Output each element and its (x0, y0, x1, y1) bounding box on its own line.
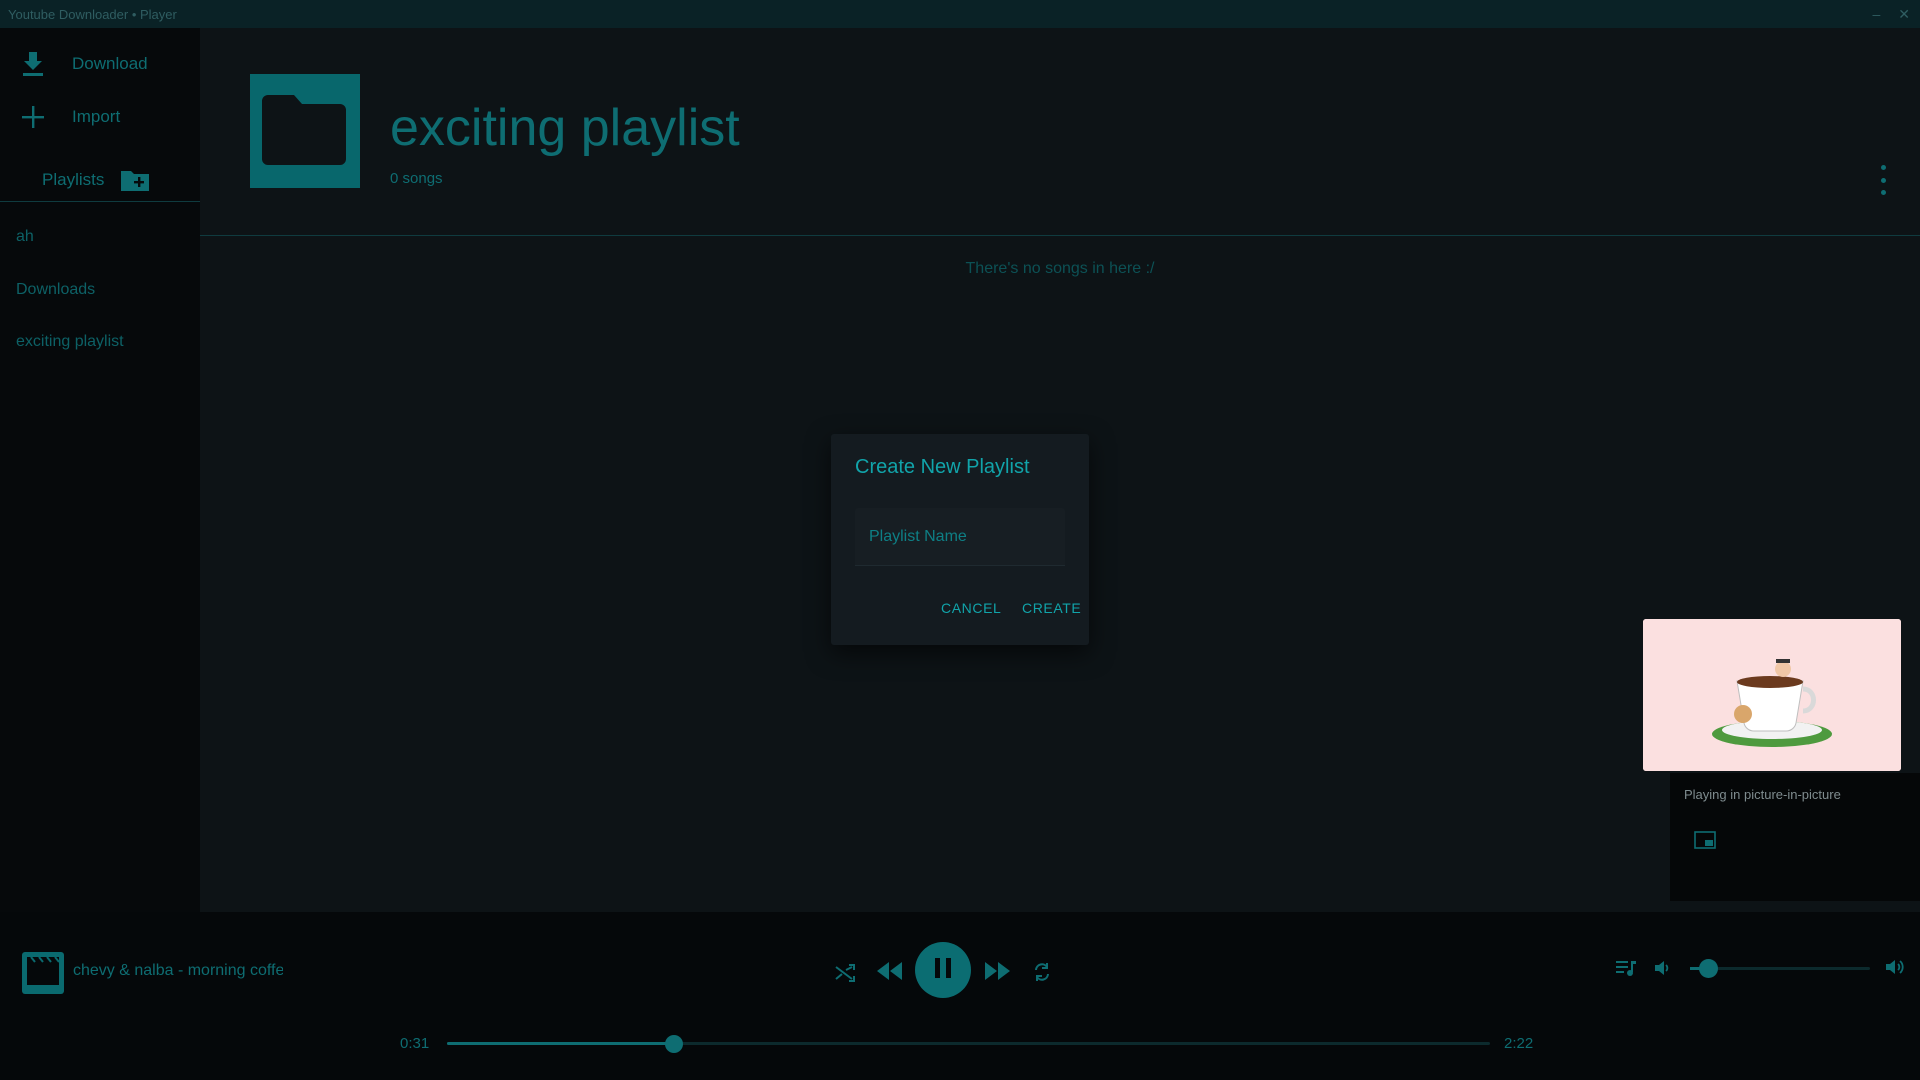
player-bar: chevy & nalba - morning coffee 0:31 2:22 (0, 912, 1920, 1080)
picture-in-picture-icon[interactable] (1694, 831, 1716, 849)
folder-plus-icon[interactable] (120, 168, 150, 192)
seek-bar[interactable] (447, 1035, 1490, 1053)
pip-panel: Playing in picture-in-picture (1670, 773, 1920, 901)
track-art (22, 952, 64, 994)
movie-icon (26, 955, 60, 991)
sidebar-download-label: Download (72, 54, 148, 73)
minimize-button[interactable]: – (1872, 6, 1880, 23)
seek-bar-handle[interactable] (665, 1035, 684, 1053)
sidebar-import-button[interactable]: Import (0, 91, 200, 143)
seek-bar-progress (447, 1042, 675, 1045)
coffee-cup-illustration (1643, 619, 1901, 771)
sidebar-import-label: Import (72, 107, 121, 126)
download-icon (16, 47, 50, 81)
playlist-cover (250, 74, 360, 188)
volume-handle[interactable] (1699, 959, 1718, 978)
title-bar: Youtube Downloader • Player – ✕ (0, 0, 1920, 28)
shuffle-icon[interactable] (832, 961, 858, 985)
plus-icon (16, 100, 50, 134)
folder-icon (258, 89, 352, 174)
window-controls: – ✕ (1872, 6, 1920, 23)
play-pause-button[interactable] (915, 942, 971, 998)
page-title: exciting playlist (390, 99, 740, 157)
app-window: Youtube Downloader • Player – ✕ Download… (0, 0, 1920, 1080)
empty-playlist-message: There's no songs in here :/ (965, 260, 1155, 277)
repeat-icon[interactable] (1030, 960, 1054, 984)
pause-icon (933, 957, 953, 984)
now-playing-title: chevy & nalba - morning coffee (73, 962, 283, 979)
song-count: 0 songs (390, 170, 443, 187)
sidebar-playlist-item[interactable]: ah (16, 228, 34, 246)
sidebar-download-button[interactable]: Download (0, 38, 200, 90)
cancel-button[interactable]: CANCEL (937, 594, 1005, 622)
elapsed-time: 0:31 (400, 1035, 430, 1052)
playlist-header: exciting playlist 0 songs (200, 28, 1920, 236)
more-vertical-icon[interactable] (1878, 165, 1888, 195)
rewind-icon[interactable] (874, 958, 904, 984)
create-button[interactable]: CREATE (1018, 594, 1085, 622)
playlist-name-input[interactable] (855, 508, 1065, 566)
sidebar-playlist-item[interactable]: exciting playlist (16, 333, 124, 351)
volume-high-icon[interactable] (1885, 956, 1907, 978)
create-playlist-dialog: Create New Playlist CANCEL CREATE (831, 434, 1089, 645)
sidebar-playlist-item[interactable]: Downloads (16, 281, 95, 299)
fast-forward-icon[interactable] (983, 958, 1013, 984)
window-title: Youtube Downloader • Player (8, 6, 177, 22)
close-button[interactable]: ✕ (1898, 6, 1910, 23)
pip-video-thumbnail[interactable] (1643, 619, 1901, 771)
playlists-header: Playlists (0, 158, 200, 202)
pip-status-text: Playing in picture-in-picture (1684, 787, 1841, 802)
queue-music-icon[interactable] (1614, 957, 1638, 979)
dialog-title: Create New Playlist (855, 456, 1030, 478)
total-duration: 2:22 (1504, 1035, 1534, 1052)
volume-low-icon[interactable] (1652, 957, 1672, 979)
volume-slider[interactable] (1690, 959, 1870, 978)
sidebar: Download Import Playlists ah Downloads e… (0, 28, 200, 912)
playlists-heading: Playlists (42, 169, 105, 189)
